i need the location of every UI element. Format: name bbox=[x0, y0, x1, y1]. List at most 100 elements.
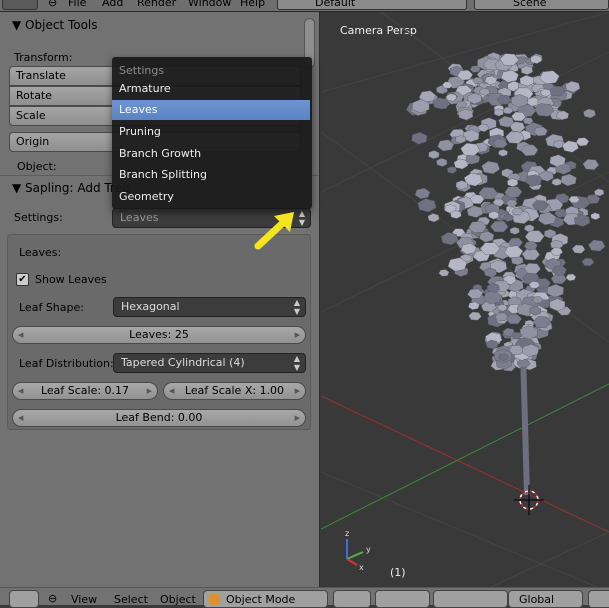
leaf bbox=[551, 178, 562, 186]
object-tools-header[interactable]: ▼ Object Tools bbox=[12, 18, 98, 32]
leaf bbox=[546, 283, 564, 298]
leaf bbox=[523, 241, 538, 251]
menu-item-pruning[interactable]: Pruning bbox=[112, 122, 310, 142]
top-header: ⊖ File Add Render Window Help Default Sc… bbox=[0, 0, 609, 12]
menu-view[interactable]: View bbox=[71, 593, 97, 606]
orientation-value: Global bbox=[519, 593, 555, 606]
leaf-scale-x-field[interactable]: ◀ Leaf Scale X: 1.00 ▶ bbox=[163, 382, 306, 400]
leaves-count-field[interactable]: ◀ Leaves: 25 ▶ bbox=[12, 326, 306, 344]
svg-text:x: x bbox=[359, 563, 364, 572]
leaf bbox=[565, 273, 577, 281]
menu-item-branch-growth[interactable]: Branch Growth bbox=[112, 144, 310, 164]
menu-add[interactable]: Add bbox=[102, 0, 123, 9]
show-leaves-label: Show Leaves bbox=[35, 273, 107, 286]
leaf bbox=[414, 187, 431, 200]
3d-viewport[interactable]: Camera Persp zyx (1) bbox=[321, 12, 609, 587]
leaf-scale-field[interactable]: ◀ Leaf Scale: 0.17 ▶ bbox=[12, 382, 158, 400]
menu-file[interactable]: File bbox=[68, 0, 86, 9]
leaf bbox=[481, 160, 501, 175]
editor-type-button[interactable] bbox=[9, 590, 39, 608]
leaf bbox=[583, 108, 596, 119]
yellow-arrow-icon bbox=[254, 212, 294, 250]
tree-trunk bbox=[520, 352, 530, 495]
leaf bbox=[575, 137, 590, 147]
leaves-box: Leaves: ✔ Show Leaves Leaf Shape: Hexago… bbox=[7, 234, 311, 430]
updown-icon: ▲ ▼ bbox=[293, 354, 300, 372]
leaf-distribution-label: Leaf Distribution: bbox=[19, 357, 114, 370]
leaf-scale-x-text: Leaf Scale X: 1.00 bbox=[184, 384, 285, 397]
collapse-icon[interactable]: ⊖ bbox=[48, 0, 57, 9]
leaf bbox=[460, 142, 481, 157]
leaves-label: Leaves: bbox=[19, 246, 62, 259]
menu-render[interactable]: Render bbox=[137, 0, 176, 9]
leaf bbox=[446, 166, 457, 174]
leaf bbox=[507, 178, 519, 187]
svg-text:z: z bbox=[345, 529, 349, 538]
leaf bbox=[500, 69, 519, 83]
manipulator-buttons[interactable] bbox=[433, 590, 508, 608]
leaf bbox=[594, 188, 605, 197]
svg-text:y: y bbox=[366, 545, 371, 554]
leaves-count-text: Leaves: 25 bbox=[129, 328, 189, 341]
mode-value: Object Mode bbox=[226, 593, 296, 606]
show-leaves-checkbox[interactable]: ✔ bbox=[16, 273, 29, 286]
cube-icon bbox=[209, 594, 220, 605]
settings-value: Leaves bbox=[120, 211, 159, 224]
leaf-shape-label: Leaf Shape: bbox=[19, 301, 84, 314]
leaf bbox=[477, 123, 489, 132]
leaf bbox=[581, 257, 595, 267]
leaf bbox=[562, 140, 579, 153]
menu-window[interactable]: Window bbox=[188, 0, 231, 9]
leaf bbox=[436, 158, 448, 167]
leaf bbox=[442, 81, 453, 89]
menu-item-branch-splitting[interactable]: Branch Splitting bbox=[112, 165, 310, 185]
leaf bbox=[502, 106, 514, 115]
info-editor-button[interactable] bbox=[2, 0, 38, 10]
leaf bbox=[417, 198, 437, 213]
orientation-dropdown[interactable]: Global bbox=[508, 590, 583, 608]
leaf-distribution-dropdown[interactable]: Tapered Cylindrical (4) ▲ ▼ bbox=[113, 353, 306, 373]
leaf bbox=[524, 224, 535, 233]
menu-item-leaves[interactable]: Leaves bbox=[112, 100, 310, 120]
menu-item-armature[interactable]: Armature bbox=[112, 79, 310, 99]
leaf bbox=[588, 239, 606, 252]
scene-canvas: z yx bbox=[321, 12, 609, 587]
object-label: Object: bbox=[17, 160, 57, 173]
collapse-icon[interactable]: ⊖ bbox=[48, 592, 57, 605]
menu-title: Settings bbox=[119, 64, 165, 77]
menu-item-geometry[interactable]: Geometry bbox=[112, 187, 310, 207]
leaf bbox=[479, 231, 495, 243]
leaf bbox=[455, 135, 466, 144]
frame-number: (1) bbox=[390, 566, 406, 579]
scene-name: Scene bbox=[513, 0, 547, 9]
bottom-header: ⊖ View Select Object Object Mode Global bbox=[0, 587, 609, 608]
leaf bbox=[524, 230, 545, 243]
leaf bbox=[590, 212, 601, 220]
leaf bbox=[550, 247, 563, 256]
shading-dropdown[interactable] bbox=[333, 590, 371, 608]
leaf bbox=[468, 311, 482, 321]
panel-title: Object Tools bbox=[25, 18, 98, 32]
scene-selector[interactable]: Scene bbox=[474, 0, 609, 10]
leaf bbox=[509, 226, 520, 235]
layout-name: Default bbox=[315, 0, 356, 9]
x-axis-line bbox=[321, 395, 609, 533]
menu-select[interactable]: Select bbox=[114, 593, 148, 606]
leaf bbox=[440, 232, 459, 246]
leaf-shape-dropdown[interactable]: Hexagonal ▲ ▼ bbox=[113, 297, 306, 317]
layout-selector[interactable]: Default bbox=[277, 0, 467, 10]
leaf-shape-value: Hexagonal bbox=[121, 300, 180, 313]
leaf bbox=[411, 132, 428, 145]
y-axis-line bbox=[321, 383, 609, 530]
layers-button[interactable] bbox=[588, 590, 609, 608]
leaf bbox=[438, 269, 450, 277]
leaf-bend-field[interactable]: ◀ Leaf Bend: 0.00 ▶ bbox=[12, 409, 306, 427]
leaf bbox=[493, 108, 504, 117]
axis-gizmo: z yx bbox=[345, 529, 371, 572]
leaf bbox=[498, 149, 508, 157]
mode-dropdown[interactable]: Object Mode bbox=[203, 590, 328, 608]
menu-help[interactable]: Help bbox=[240, 0, 265, 9]
pivot-dropdown[interactable] bbox=[375, 590, 430, 608]
leaf bbox=[537, 211, 557, 226]
menu-object[interactable]: Object bbox=[160, 593, 196, 606]
